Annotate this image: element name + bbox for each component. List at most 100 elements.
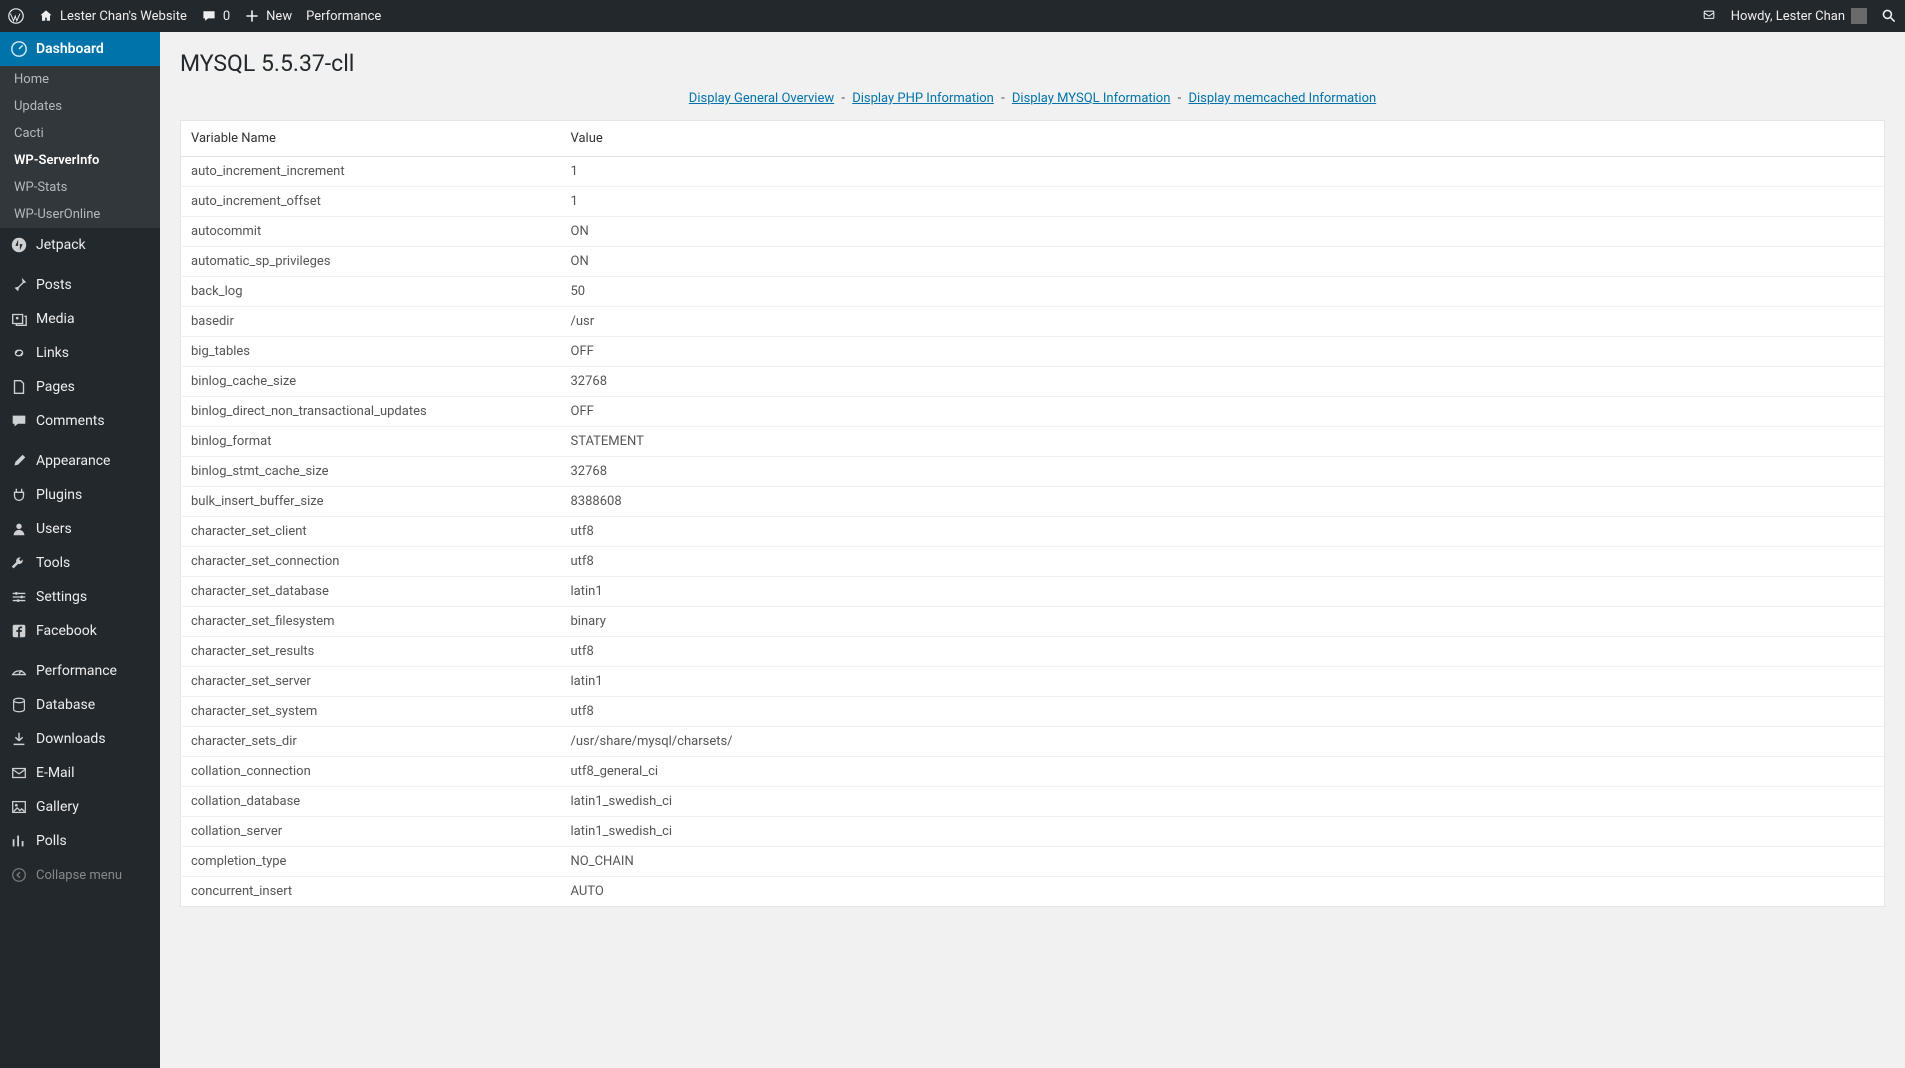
table-row: bulk_insert_buffer_size8388608 — [181, 487, 1885, 517]
collapse-label: Collapse menu — [36, 868, 122, 883]
menu-settings[interactable]: Settings — [0, 580, 160, 614]
menu-performance[interactable]: Performance — [0, 654, 160, 688]
table-row: character_set_clientutf8 — [181, 517, 1885, 547]
menu-users-label: Users — [36, 521, 72, 537]
submenu-item[interactable]: Cacti — [0, 120, 160, 147]
mail-icon — [10, 764, 28, 782]
performance-link[interactable]: Performance — [306, 9, 381, 24]
var-name-cell: binlog_format — [181, 427, 561, 457]
menu-facebook[interactable]: Facebook — [0, 614, 160, 648]
menu-appearance[interactable]: Appearance — [0, 444, 160, 478]
menu-media[interactable]: Media — [0, 302, 160, 336]
menu-email-label: E-Mail — [36, 765, 74, 781]
var-name-cell: big_tables — [181, 337, 561, 367]
var-name-cell: character_set_server — [181, 667, 561, 697]
menu-posts[interactable]: Posts — [0, 268, 160, 302]
menu-downloads[interactable]: Downloads — [0, 722, 160, 756]
submenu-item[interactable]: Home — [0, 66, 160, 93]
jetpack-icon — [10, 236, 28, 254]
var-name-cell: bulk_insert_buffer_size — [181, 487, 561, 517]
image-icon — [10, 798, 28, 816]
menu-gallery[interactable]: Gallery — [0, 790, 160, 824]
plug-icon — [10, 486, 28, 504]
table-row: character_sets_dir/usr/share/mysql/chars… — [181, 727, 1885, 757]
table-row: binlog_direct_non_transactional_updatesO… — [181, 397, 1885, 427]
menu-plugins[interactable]: Plugins — [0, 478, 160, 512]
table-row: binlog_stmt_cache_size32768 — [181, 457, 1885, 487]
var-name-cell: automatic_sp_privileges — [181, 247, 561, 277]
var-name-cell: auto_increment_offset — [181, 187, 561, 217]
info-nav-link[interactable]: Display General Overview — [689, 91, 834, 106]
table-row: completion_typeNO_CHAIN — [181, 847, 1885, 877]
submenu-item[interactable]: WP-UserOnline — [0, 201, 160, 228]
table-row: back_log50 — [181, 277, 1885, 307]
table-row: auto_increment_offset1 — [181, 187, 1885, 217]
table-row: collation_connectionutf8_general_ci — [181, 757, 1885, 787]
my-account-link[interactable]: Howdy, Lester Chan — [1731, 8, 1867, 24]
comments-count: 0 — [223, 9, 230, 24]
menu-polls[interactable]: Polls — [0, 824, 160, 858]
info-nav-link[interactable]: Display MYSQL Information — [1012, 91, 1171, 106]
brush-icon — [10, 452, 28, 470]
menu-comments[interactable]: Comments — [0, 404, 160, 438]
col-header-name: Variable Name — [181, 121, 561, 157]
submenu-item[interactable]: Updates — [0, 93, 160, 120]
info-nav-link[interactable]: Display memcached Information — [1188, 91, 1376, 106]
menu-database-label: Database — [36, 697, 95, 713]
var-name-cell: character_set_connection — [181, 547, 561, 577]
menu-tools[interactable]: Tools — [0, 546, 160, 580]
menu-polls-label: Polls — [36, 833, 67, 849]
var-value-cell: utf8 — [561, 637, 1885, 667]
menu-email[interactable]: E-Mail — [0, 756, 160, 790]
var-name-cell: character_sets_dir — [181, 727, 561, 757]
notifications-link[interactable] — [1701, 8, 1717, 24]
menu-appearance-label: Appearance — [36, 453, 110, 469]
menu-facebook-label: Facebook — [36, 623, 97, 639]
submenu-item[interactable]: WP-ServerInfo — [0, 147, 160, 174]
table-row: basedir/usr — [181, 307, 1885, 337]
var-name-cell: character_set_system — [181, 697, 561, 727]
var-name-cell: binlog_cache_size — [181, 367, 561, 397]
home-icon — [38, 8, 54, 24]
menu-settings-label: Settings — [36, 589, 87, 605]
table-row: character_set_databaselatin1 — [181, 577, 1885, 607]
menu-users[interactable]: Users — [0, 512, 160, 546]
avatar — [1851, 8, 1867, 24]
site-name-link[interactable]: Lester Chan's Website — [38, 8, 187, 24]
comments-link[interactable]: 0 — [201, 8, 230, 24]
var-name-cell: character_set_client — [181, 517, 561, 547]
menu-jetpack[interactable]: Jetpack — [0, 228, 160, 262]
var-value-cell: 32768 — [561, 367, 1885, 397]
var-name-cell: character_set_filesystem — [181, 607, 561, 637]
var-name-cell: collation_server — [181, 817, 561, 847]
collapse-menu-button[interactable]: Collapse menu — [0, 858, 160, 892]
dashboard-submenu: HomeUpdatesCactiWP-ServerInfoWP-StatsWP-… — [0, 66, 160, 228]
var-name-cell: autocommit — [181, 217, 561, 247]
var-value-cell: OFF — [561, 397, 1885, 427]
submenu-item[interactable]: WP-Stats — [0, 174, 160, 201]
link-separator: - — [998, 91, 1008, 106]
table-row: big_tablesOFF — [181, 337, 1885, 367]
menu-dashboard-label: Dashboard — [36, 41, 104, 57]
table-row: binlog_cache_size32768 — [181, 367, 1885, 397]
admin-toolbar: Lester Chan's Website 0 New Performance … — [0, 0, 1905, 32]
var-value-cell: ON — [561, 217, 1885, 247]
var-value-cell: 50 — [561, 277, 1885, 307]
menu-jetpack-label: Jetpack — [36, 237, 86, 253]
menu-links-label: Links — [36, 345, 69, 361]
info-nav-link[interactable]: Display PHP Information — [852, 91, 994, 106]
new-content-link[interactable]: New — [244, 8, 292, 24]
menu-pages[interactable]: Pages — [0, 370, 160, 404]
menu-links[interactable]: Links — [0, 336, 160, 370]
var-value-cell: 1 — [561, 187, 1885, 217]
wp-logo[interactable] — [8, 8, 24, 24]
sliders-icon — [10, 588, 28, 606]
search-icon — [1881, 8, 1897, 24]
howdy-label: Howdy, Lester Chan — [1731, 9, 1845, 24]
menu-database[interactable]: Database — [0, 688, 160, 722]
menu-dashboard[interactable]: Dashboard — [0, 32, 160, 66]
performance-label: Performance — [306, 9, 381, 24]
search-toggle[interactable] — [1881, 8, 1897, 24]
main-content: MYSQL 5.5.37-cll Display General Overvie… — [160, 32, 1905, 947]
var-name-cell: auto_increment_increment — [181, 157, 561, 187]
